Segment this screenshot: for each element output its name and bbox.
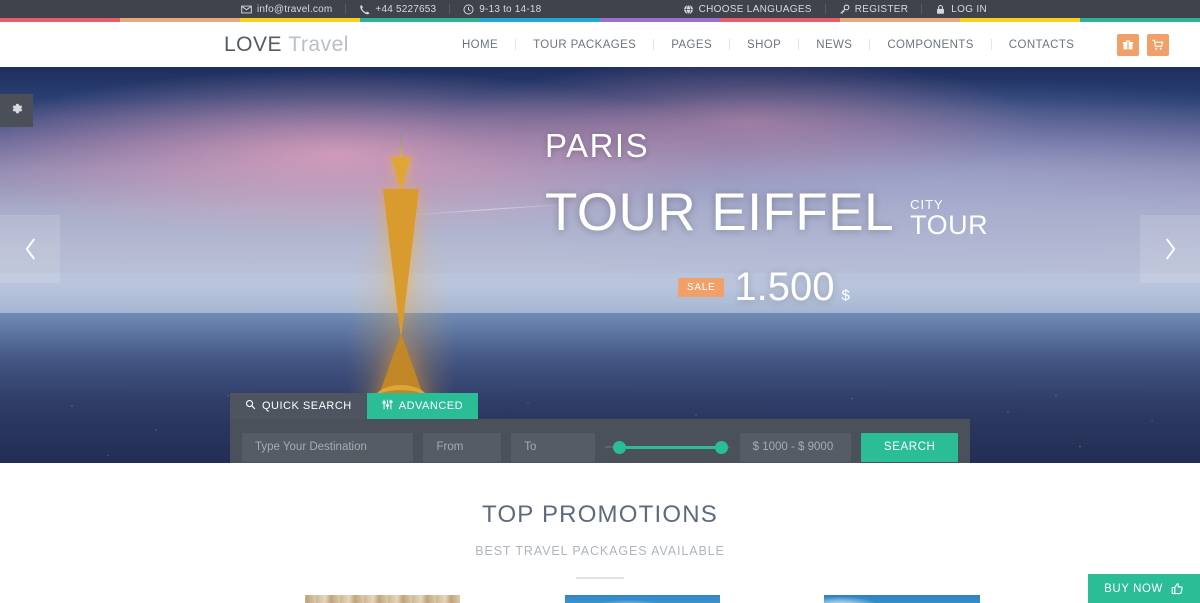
slider-knob-max[interactable]	[714, 440, 728, 454]
register-label: REGISTER	[854, 3, 909, 15]
sliders-icon	[382, 399, 393, 413]
promotion-card[interactable]: 1100 USD	[740, 595, 980, 603]
magnifier-icon	[245, 399, 256, 413]
top-bar: info@travel.com +44 5227653 9-13 to 14-1…	[0, 0, 1200, 18]
card-price: 1300 USD	[220, 595, 305, 603]
card-price: 1100 USD	[740, 595, 824, 603]
tab-advanced-label: ADVANCED	[398, 400, 464, 412]
destination-input[interactable]: Type Your Destination	[242, 432, 414, 462]
sale-badge: SALE	[678, 277, 725, 297]
top-bar-account-group: CHOOSE LANGUAGES REGISTER LOG IN	[670, 4, 1000, 15]
card-price: 1200 USD	[480, 595, 565, 603]
search-tabs: QUICK SEARCH ADVANCED	[230, 393, 970, 419]
search-button[interactable]: SEARCH	[861, 432, 958, 462]
choose-languages-label: CHOOSE LANGUAGES	[698, 3, 812, 15]
phone-icon	[359, 4, 370, 15]
logo-primary: LOVE	[224, 32, 283, 56]
chevron-right-icon	[1161, 236, 1180, 262]
top-bar-email-label: info@travel.com	[257, 3, 333, 15]
promotion-card[interactable]: 1300 USD	[220, 595, 460, 603]
cart-icon	[1152, 39, 1164, 51]
buy-now-button[interactable]: BUY NOW	[1088, 574, 1200, 603]
tab-advanced[interactable]: ADVANCED	[366, 393, 479, 419]
envelope-icon	[241, 4, 252, 15]
lock-icon	[935, 4, 946, 15]
gift-icon	[1122, 39, 1134, 51]
hero-copy: PARIS TOUR EIFFEL CITY TOUR SALE 1.500 $	[545, 129, 988, 307]
top-bar-hours-label: 9-13 to 14-18	[479, 3, 542, 15]
hero-subtitle-large: TOUR	[910, 210, 989, 240]
to-date-input[interactable]: To	[511, 432, 596, 462]
nav-action-buttons	[1117, 33, 1170, 56]
section-divider	[576, 577, 624, 579]
thumbs-up-icon	[1171, 582, 1184, 595]
promotions-section: TOP PROMOTIONS BEST TRAVEL PACKAGES AVAI…	[0, 463, 1200, 603]
gift-button[interactable]	[1117, 33, 1140, 56]
hero-slider: PARIS TOUR EIFFEL CITY TOUR SALE 1.500 $…	[0, 67, 1200, 463]
key-icon	[839, 4, 850, 15]
carousel-prev-button[interactable]	[0, 215, 60, 283]
register-link[interactable]: REGISTER	[826, 4, 922, 15]
tab-quick-search[interactable]: QUICK SEARCH	[230, 393, 367, 419]
nav-item-contacts[interactable]: CONTACTS	[992, 39, 1092, 51]
nav-item-tour-packages[interactable]: TOUR PACKAGES	[516, 39, 653, 51]
top-bar-phone[interactable]: +44 5227653	[346, 4, 449, 15]
top-bar-email[interactable]: info@travel.com	[228, 4, 345, 15]
hero-price-currency: $	[841, 287, 850, 304]
slider-fill	[619, 445, 722, 449]
nav-menu: HOME TOUR PACKAGES PAGES SHOP NEWS COMPO…	[445, 33, 1170, 56]
hero-eyebrow: PARIS	[545, 127, 650, 164]
top-bar-contact-group: info@travel.com +44 5227653 9-13 to 14-1…	[228, 4, 554, 15]
logo-secondary: Travel	[288, 32, 349, 56]
gear-icon	[9, 101, 24, 121]
login-link[interactable]: LOG IN	[922, 4, 1000, 15]
promotions-subtitle: BEST TRAVEL PACKAGES AVAILABLE	[475, 544, 725, 558]
price-range-slider[interactable]	[605, 433, 730, 462]
globe-icon	[683, 4, 694, 15]
nav-item-pages[interactable]: PAGES	[654, 39, 729, 51]
search-widget: QUICK SEARCH ADVANCED Type Your Destinat…	[230, 393, 970, 463]
login-label: LOG IN	[951, 3, 987, 15]
nav-item-components[interactable]: COMPONENTS	[870, 39, 990, 51]
promotion-card[interactable]: 1200 USD	[480, 595, 720, 603]
clock-icon	[463, 3, 474, 15]
settings-panel-button[interactable]	[0, 94, 33, 127]
promotion-cards: 1300 USD 1200 USD 1100 USD	[0, 595, 1200, 603]
hero-title: TOUR EIFFEL	[545, 183, 895, 242]
from-date-input[interactable]: From	[423, 432, 502, 462]
promotions-title: TOP PROMOTIONS	[482, 501, 718, 528]
search-form: Type Your Destination From To $ 1000 - $…	[230, 419, 970, 463]
hero-title-row: TOUR EIFFEL CITY TOUR	[545, 186, 988, 239]
top-bar-hours: 9-13 to 14-18	[450, 4, 554, 15]
tab-quick-search-label: QUICK SEARCH	[262, 400, 352, 412]
nav-item-home[interactable]: HOME	[445, 39, 515, 51]
top-bar-phone-label: +44 5227653	[375, 3, 437, 15]
price-range-value[interactable]: $ 1000 - $ 9000	[739, 432, 852, 462]
slider-knob-min[interactable]	[613, 440, 627, 454]
choose-languages-link[interactable]: CHOOSE LANGUAGES	[670, 4, 825, 15]
nav-item-shop[interactable]: SHOP	[730, 39, 798, 51]
main-navigation: LOVE Travel HOME TOUR PACKAGES PAGES SHO…	[0, 22, 1200, 67]
nav-item-news[interactable]: NEWS	[799, 39, 869, 51]
hero-price-row: SALE 1.500 $	[545, 267, 988, 307]
carousel-next-button[interactable]	[1140, 215, 1200, 283]
chevron-left-icon	[21, 236, 40, 262]
hero-price: 1.500	[734, 265, 835, 309]
site-logo[interactable]: LOVE Travel	[224, 33, 349, 57]
hero-subtitle: CITY TOUR	[910, 198, 988, 239]
buy-now-label: BUY NOW	[1104, 582, 1163, 595]
cart-button[interactable]	[1147, 33, 1170, 56]
